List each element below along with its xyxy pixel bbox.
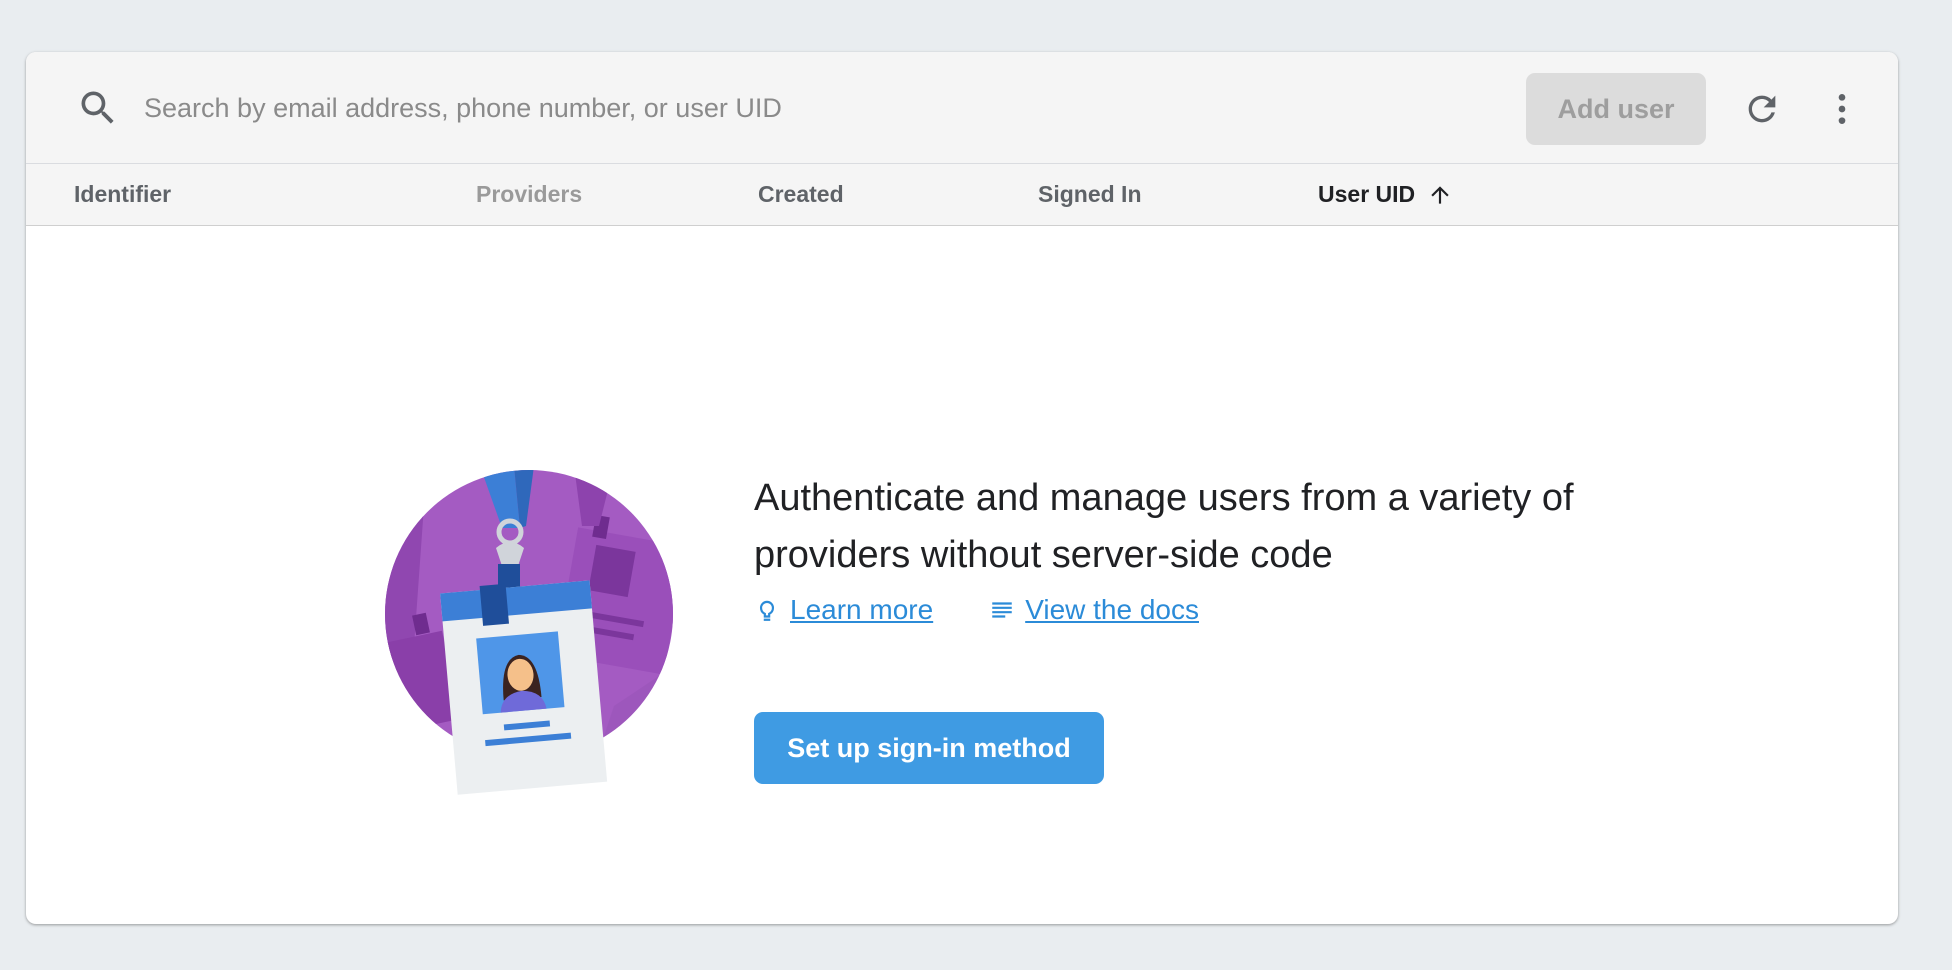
more-vert-icon bbox=[1838, 94, 1846, 124]
arrow-up-icon bbox=[1431, 185, 1449, 204]
help-links: Learn more View the docs bbox=[754, 590, 1255, 630]
column-signed-in[interactable]: Signed In bbox=[1038, 164, 1142, 225]
docs-icon bbox=[992, 602, 1012, 618]
lightbulb-icon bbox=[759, 600, 775, 621]
column-identifier[interactable]: Identifier bbox=[74, 164, 171, 225]
search-input[interactable] bbox=[144, 82, 1444, 134]
learn-more-link[interactable]: Learn more bbox=[754, 594, 933, 626]
column-providers: Providers bbox=[476, 181, 583, 207]
users-panel: Add user Identifier Providers Created Si… bbox=[26, 52, 1898, 924]
empty-state: Authenticate and manage users from a var… bbox=[26, 226, 1898, 924]
refresh-button[interactable] bbox=[1735, 82, 1789, 136]
view-docs-label: View the docs bbox=[1025, 594, 1199, 625]
column-user-uid-label: User UID bbox=[1318, 181, 1416, 207]
empty-state-headline: Authenticate and manage users from a var… bbox=[754, 477, 1574, 576]
table-header: Identifier Providers Created Signed In U… bbox=[26, 164, 1898, 226]
column-user-uid[interactable]: User UID bbox=[1318, 164, 1453, 225]
search-icon bbox=[81, 91, 114, 124]
add-user-button[interactable]: Add user bbox=[1526, 73, 1706, 145]
view-docs-link[interactable]: View the docs bbox=[989, 594, 1199, 626]
users-toolbar: Add user bbox=[26, 52, 1898, 164]
refresh-icon bbox=[1748, 95, 1776, 123]
more-options-button[interactable] bbox=[1815, 82, 1869, 136]
learn-more-label: Learn more bbox=[790, 594, 934, 625]
column-created[interactable]: Created bbox=[758, 164, 844, 225]
set-up-sign-in-method-button[interactable]: Set up sign-in method bbox=[754, 712, 1104, 784]
id-badge-illustration bbox=[385, 470, 673, 795]
